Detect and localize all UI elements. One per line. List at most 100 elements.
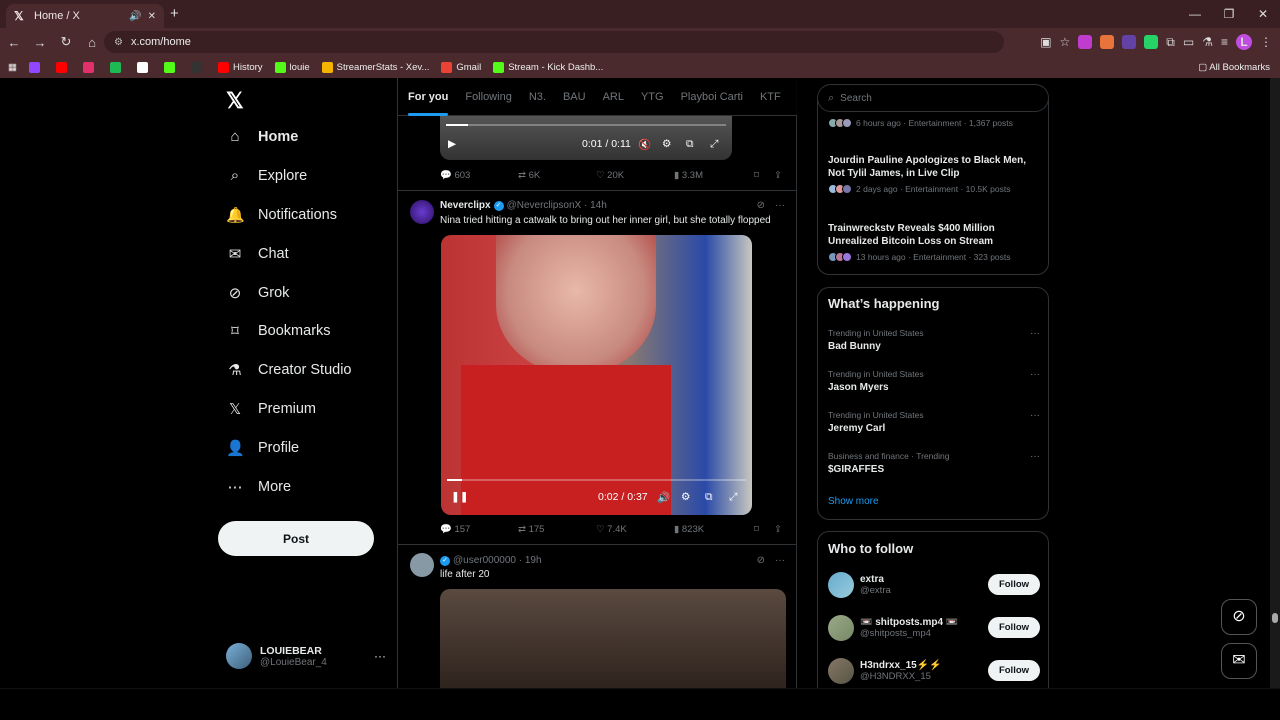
bookmark-item[interactable] [55,61,71,73]
reload-icon[interactable]: ↻ [54,34,78,50]
x-logo-icon[interactable]: 𝕏 [226,88,244,114]
nav-item-more[interactable]: ⋯ More [226,478,292,496]
trend-item[interactable]: Business and finance · Trending $GIRAFFES… [828,451,1040,475]
reply-button[interactable]: 💬 603 [440,170,518,181]
nav-item-grok[interactable]: ⊘ Grok [226,284,290,302]
close-tab-icon[interactable]: ✕ [148,11,156,22]
profile-avatar[interactable]: L [1236,34,1252,50]
timeline-tab[interactable]: Following [465,91,511,103]
avatar[interactable] [828,615,854,641]
nav-item-bookmarks[interactable]: ⌑ Bookmarks [226,322,330,340]
news-item[interactable]: Jourdin Pauline Apologizes to Black Men,… [828,154,1043,194]
avatar[interactable] [410,553,434,577]
pip-icon[interactable]: ⧉ [705,491,713,504]
nav-item-notifications[interactable]: 🔔 Notifications [226,206,337,224]
bookmark-item[interactable]: StreamerStats - Xev... [321,61,429,73]
timeline-tab[interactable]: BAU [563,91,586,103]
fullscreen-icon[interactable]: ⤢ [710,138,718,151]
audio-icon[interactable]: 🔊 [129,11,141,22]
timeline-tab[interactable]: KTF [760,91,781,103]
follow-suggestion[interactable]: extra @extra Follow [828,568,1040,602]
more-icon[interactable]: ··· [1030,369,1040,380]
more-icon[interactable]: ··· [1030,328,1040,339]
timeline-tab[interactable]: Playboi Carti [681,91,743,103]
extension-icon[interactable] [1100,35,1115,49]
nav-item-explore[interactable]: ⌕ Explore [226,167,307,184]
labs-icon[interactable]: ⚗ [1202,35,1213,49]
follow-suggestion[interactable]: H3ndrxx_15⚡⚡ @H3NDRXX_15 Follow [828,654,1040,688]
follow-button[interactable]: Follow [988,660,1040,681]
author-handle[interactable]: @NeverclipsonX · 14h [507,200,607,211]
menu-icon[interactable]: ⋮ [1260,35,1272,49]
apps-icon[interactable]: ▦ [8,62,17,73]
bookmark-icon[interactable]: ⌑ [754,170,774,181]
like-button[interactable]: ♡ 20K [596,170,674,181]
account-switcher[interactable]: LOUIEBEAR @LouieBear_4 ··· [226,643,386,669]
extension-icon[interactable] [1144,35,1159,49]
volume-icon[interactable]: 🔊 [657,491,670,504]
grok-icon[interactable]: ⊘ [757,200,765,211]
cast-icon[interactable]: ▣ [1040,35,1051,49]
like-button[interactable]: ♡ 7.4K [596,524,674,535]
news-item[interactable]: 6 hours ago · Entertainment · 1,367 post… [828,114,1043,128]
news-item[interactable]: Trainwreckstv Reveals $400 Million Unrea… [828,222,1043,262]
browser-tab[interactable]: 𝕏 Home / X 🔊 ✕ [6,4,164,28]
follow-button[interactable]: Follow [988,574,1040,595]
video-scrubber[interactable] [447,479,746,481]
extension-icon[interactable] [1122,35,1137,49]
video-player[interactable]: ▶ 0:01 / 0:11 🔇 ⚙ ⧉ ⤢ [440,116,732,160]
bookmark-item[interactable] [109,61,125,73]
bookmark-icon[interactable]: ⌑ [754,524,774,535]
timeline-tab[interactable]: ARL [603,91,624,103]
follow-button[interactable]: Follow [988,617,1040,638]
all-bookmarks[interactable]: ▢ All Bookmarks [1198,62,1270,73]
post-button[interactable]: Post [218,521,374,556]
messages-icon[interactable]: ✉ [1221,643,1257,679]
play-icon[interactable]: ▶ [448,138,456,150]
mute-icon[interactable]: 🔇 [638,138,651,151]
bookmark-item[interactable]: Gmail [441,61,481,73]
timeline-tab[interactable]: YTG [641,91,664,103]
bookmark-item[interactable]: louie [274,61,310,73]
bookmark-item[interactable] [28,61,44,73]
bookmark-item[interactable] [163,61,179,73]
restore-icon[interactable]: ❐ [1212,0,1246,28]
share-icon[interactable]: ⇪ [774,170,782,181]
avatar[interactable] [828,658,854,684]
trend-item[interactable]: Trending in United States Jeremy Carl ··· [828,410,1040,434]
pause-icon[interactable]: ❚❚ [451,491,469,503]
more-icon[interactable]: ··· [775,555,785,566]
nav-item-chat[interactable]: ✉ Chat [226,245,289,263]
more-icon[interactable]: ··· [1030,410,1040,421]
nav-item-profile[interactable]: 👤 Profile [226,439,299,457]
puzzle-icon[interactable]: ⧉ [1166,35,1175,50]
search-input[interactable]: ⌕ Search [817,84,1049,112]
settings-icon[interactable]: ⚙ [662,138,671,150]
forward-icon[interactable]: → [28,35,52,50]
close-window-icon[interactable]: ✕ [1246,0,1280,28]
bookmark-item[interactable] [136,61,152,73]
bookmark-item[interactable] [190,61,206,73]
grok-icon[interactable]: ⊘ [757,555,765,566]
author-name[interactable]: Neverclipx [440,200,491,211]
trend-item[interactable]: Trending in United States Bad Bunny ··· [828,328,1040,352]
timeline-tab[interactable]: N3. [529,91,546,103]
sidepanel-icon[interactable]: ▭ [1183,35,1194,49]
avatar[interactable] [410,200,434,224]
follow-suggestion[interactable]: 📼 shitposts.mp4 📼 @shitposts_mp4 Follow [828,611,1040,645]
video-player[interactable]: ❚❚ 0:02 / 0:37 🔊 ⚙ ⧉ ⤢ [441,235,752,515]
nav-item-creator-studio[interactable]: ⚗ Creator Studio [226,361,351,379]
more-icon[interactable]: ··· [775,200,785,211]
repost-button[interactable]: ⇄ 175 [518,524,596,535]
new-tab-button[interactable]: + [170,5,179,22]
settings-icon[interactable]: ⚙ [681,491,690,503]
minimize-icon[interactable]: — [1178,0,1212,28]
avatar[interactable] [828,572,854,598]
scrollbar[interactable] [1270,78,1280,688]
address-bar[interactable]: ⚙ x.com/home [104,31,1004,53]
views-button[interactable]: ▮ 3.3M [674,170,754,181]
nav-item-premium[interactable]: 𝕏 Premium [226,400,316,418]
fullscreen-icon[interactable]: ⤢ [729,491,737,504]
video-scrubber[interactable] [446,124,726,126]
media-icon[interactable]: ≡ [1221,35,1228,49]
